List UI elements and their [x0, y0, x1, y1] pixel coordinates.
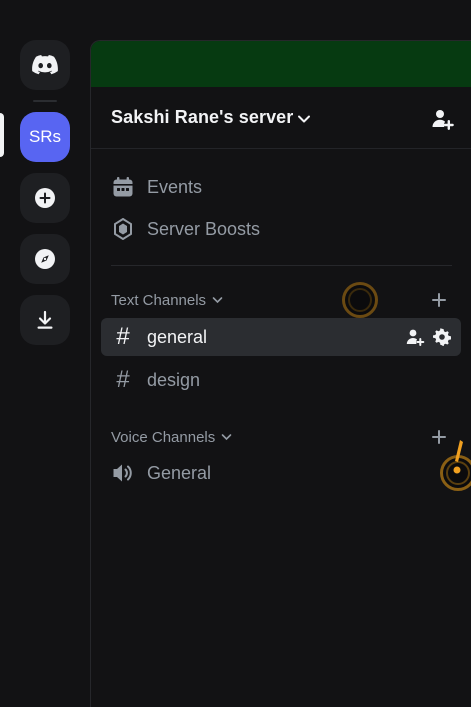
rail-separator [33, 100, 57, 102]
selected-server-pill [0, 113, 4, 157]
category-text-channels[interactable]: Text Channels [111, 289, 223, 311]
voice-channel-name: General [147, 463, 212, 483]
hash-icon: # [116, 366, 130, 393]
discord-logo-icon [32, 55, 58, 75]
category-voice-channels[interactable]: Voice Channels [111, 426, 232, 448]
channel-sidebar: Sakshi Rane's server Events Server Boost… [90, 40, 471, 707]
compass-icon [33, 247, 57, 271]
gear-icon[interactable] [432, 328, 452, 351]
invite-people-icon[interactable] [431, 107, 455, 136]
chevron-down-icon [212, 291, 223, 309]
events-label: Events [147, 177, 203, 197]
category-text-label: Text Channels [111, 291, 207, 309]
cursor-highlight [342, 282, 378, 318]
speaker-icon [112, 462, 134, 484]
download-apps-button[interactable] [20, 295, 70, 345]
add-server-button[interactable] [20, 173, 70, 223]
home-button[interactable] [20, 40, 70, 90]
boost-gem-icon [112, 218, 134, 240]
channel-item-design[interactable]: # design [101, 361, 461, 399]
server-icon-button[interactable]: SRs [20, 112, 70, 162]
discord-app: SRs Sakshi Rane's server Events Server B… [0, 0, 471, 707]
invite-user-icon[interactable] [406, 328, 425, 351]
pointer-marker [452, 440, 463, 476]
channel-name: general [147, 327, 208, 347]
server-boosts-label: Server Boosts [147, 219, 261, 239]
calendar-icon [112, 176, 134, 198]
plus-circle-icon [33, 186, 57, 210]
server-banner [91, 41, 471, 87]
create-text-channel-plus-icon[interactable] [431, 292, 447, 308]
create-voice-channel-plus-icon[interactable] [431, 429, 447, 445]
divider [111, 265, 452, 266]
server-initials: SRs [28, 127, 62, 146]
channel-name: design [147, 370, 201, 390]
discover-button[interactable] [20, 234, 70, 284]
chevron-down-icon [221, 428, 232, 446]
server-name: Sakshi Rane's server [111, 107, 294, 127]
download-icon [34, 309, 56, 331]
server-rail: SRs [0, 0, 90, 707]
events-item[interactable]: Events [101, 168, 461, 206]
voice-channel-item-general[interactable]: General [101, 454, 461, 492]
chevron-down-icon [297, 111, 311, 129]
category-voice-label: Voice Channels [111, 428, 216, 446]
server-boosts-item[interactable]: Server Boosts [101, 210, 461, 248]
server-header[interactable]: Sakshi Rane's server [91, 87, 471, 149]
channel-item-general[interactable]: # general [101, 318, 461, 356]
channel-actions [406, 328, 452, 351]
hash-icon: # [116, 323, 130, 350]
